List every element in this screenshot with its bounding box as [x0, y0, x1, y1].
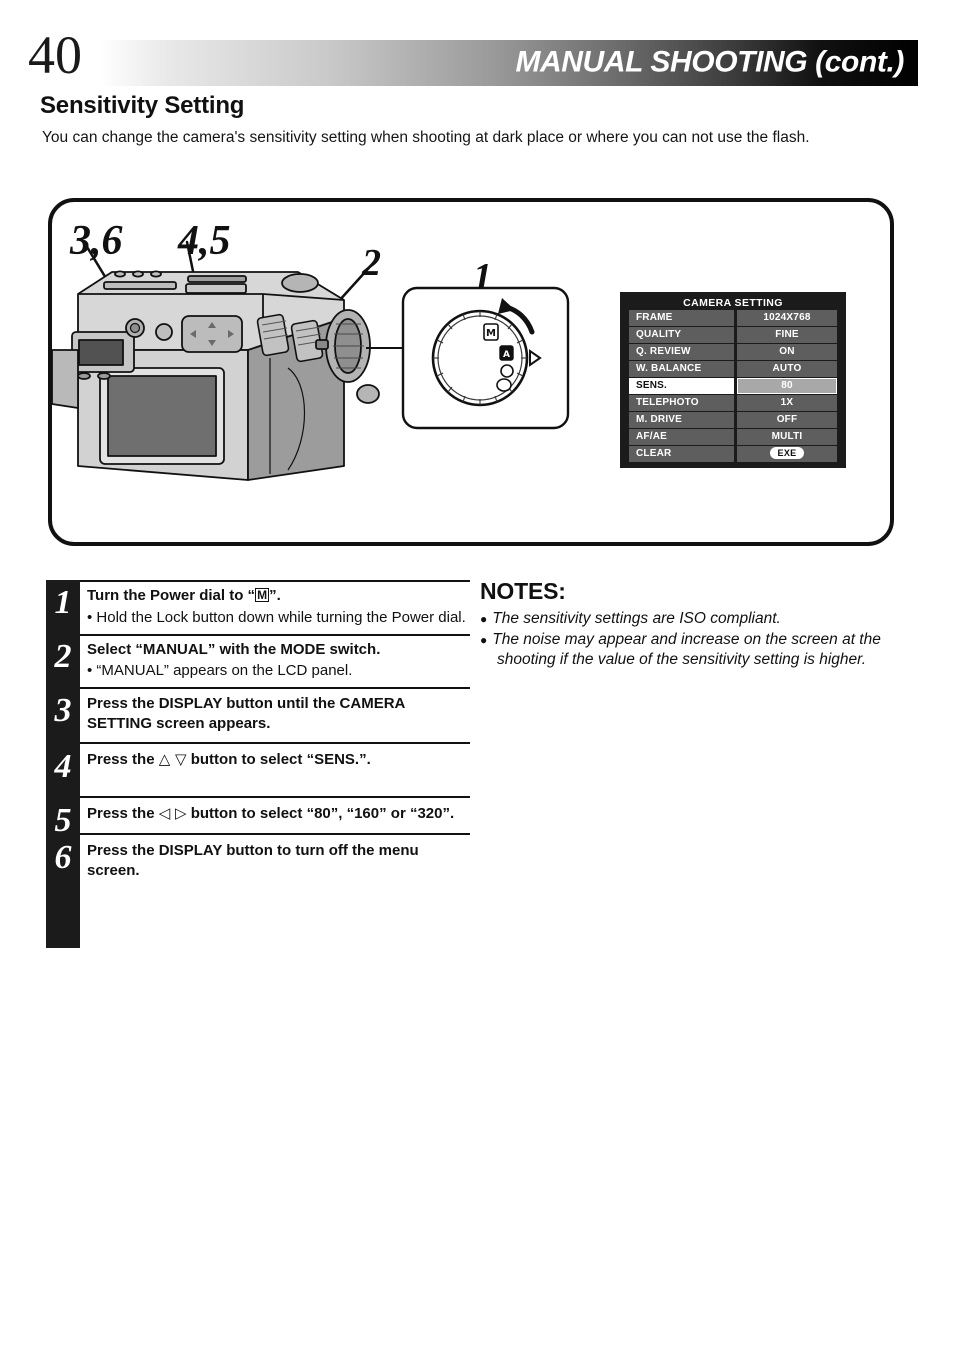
nav-pad-highlight — [181, 315, 243, 353]
menu-value-quality: FINE — [737, 327, 837, 343]
section-intro: You can change the camera's sensitivity … — [42, 129, 810, 146]
step-2: 2 Select “MANUAL” with the MODE switch. … — [55, 633, 470, 688]
menu-label-quality: QUALITY — [629, 327, 734, 343]
step-2-number: 2 — [54, 637, 72, 675]
step-4-number: 4 — [54, 748, 72, 786]
step-3-number: 3 — [54, 692, 72, 730]
exe-button[interactable]: EXE — [769, 447, 805, 460]
menu-label-frame: FRAME — [629, 310, 734, 326]
menu-value-q-review: ON — [737, 344, 837, 360]
svg-text:M: M — [486, 328, 496, 339]
step-5-number: 5 — [54, 801, 72, 839]
bullet-icon: ● — [480, 633, 488, 648]
menu-value-af-ae: MULTI — [737, 429, 837, 445]
notes-block: NOTES: ● The sensitivity settings are ISO… — [480, 578, 900, 671]
step-5: 5 Press the ◁ ▷ button to select “80”, “… — [55, 795, 470, 837]
menu-value-w-balance: AUTO — [737, 361, 837, 377]
step-6: 6 Press the DISPLAY button to turn off t… — [55, 833, 470, 890]
step-1-sub: • Hold the Lock button down while turnin… — [87, 608, 466, 626]
step-1-title-post: ”. — [269, 587, 281, 604]
step-4-title: Press the △ ▽ button to select “SENS.”. — [87, 750, 470, 770]
step-5-title-post: button to select “80”, “160” or “320”. — [186, 804, 455, 822]
step-4-title-post: button to select “SENS.”. — [186, 751, 371, 769]
note-text: The sensitivity settings are ISO complia… — [492, 610, 781, 627]
step-1-title: Turn the Power dial to “M”. — [87, 586, 470, 606]
mode-m-icon: M — [255, 588, 270, 602]
display-button-highlight — [125, 318, 145, 338]
note-item: ● The sensitivity settings are ISO compli… — [480, 609, 900, 629]
header-band: MANUAL SHOOTING (cont.) — [100, 40, 918, 86]
menu-label-af-ae: AF/AE — [629, 429, 734, 445]
camera-setting-title: CAMERA SETTING — [683, 297, 783, 309]
menu-label-sens: SENS. — [629, 378, 734, 394]
step-3-title: Press the DISPLAY button until the CAMER… — [87, 695, 405, 732]
dial-mode-m: M — [483, 323, 499, 341]
step-6-title: Press the DISPLAY button to turn off the… — [87, 842, 419, 879]
steps-list: 1 Turn the Power dial to “M”. • Hold the… — [46, 580, 470, 948]
step-4: 4 Press the △ ▽ button to select “SENS.”… — [55, 742, 470, 796]
step-2-title: Select “MANUAL” with the MODE switch. — [87, 640, 381, 658]
svg-text:A: A — [503, 350, 510, 360]
step-3: 3 Press the DISPLAY button until the CAM… — [55, 687, 470, 742]
left-right-triangle-icon: ◁ ▷ — [158, 803, 187, 822]
page-title: MANUAL SHOOTING (cont.) — [515, 45, 904, 79]
camera-setting-menu: CAMERA SETTING FRAME 1024X768 QUALITY FI… — [620, 292, 846, 468]
menu-value-sens: 80 — [737, 378, 837, 394]
menu-row-q-review[interactable]: Q. REVIEW ON — [629, 344, 837, 360]
dial-mode-a: A — [499, 345, 514, 361]
menu-label-q-review: Q. REVIEW — [629, 344, 734, 360]
note-text: The noise may appear and increase on the… — [492, 631, 881, 669]
menu-value-frame: 1024X768 — [737, 310, 837, 326]
step-1: 1 Turn the Power dial to “M”. • Hold the… — [55, 580, 470, 634]
step-2-sub: • “MANUAL” appears on the LCD panel. — [87, 662, 353, 680]
camera-illustration — [51, 240, 448, 481]
menu-value-clear: EXE — [737, 446, 837, 462]
menu-row-w-balance[interactable]: W. BALANCE AUTO — [629, 361, 837, 377]
note-item: ● The noise may appear and increase on th… — [480, 630, 900, 670]
menu-row-frame[interactable]: FRAME 1024X768 — [629, 310, 837, 326]
step-1-title-pre: Turn the Power dial to “ — [87, 587, 256, 604]
menu-label-clear: CLEAR — [629, 446, 734, 462]
notes-heading: NOTES: — [480, 578, 566, 604]
page-number: 40 — [28, 25, 82, 85]
up-down-triangle-icon: △ ▽ — [158, 750, 187, 769]
menu-row-telephoto[interactable]: TELEPHOTO 1X — [629, 395, 837, 411]
menu-label-w-balance: W. BALANCE — [629, 361, 734, 377]
section-title: Sensitivity Setting — [40, 92, 245, 119]
menu-label-telephoto: TELEPHOTO — [629, 395, 734, 411]
menu-value-telephoto: 1X — [737, 395, 837, 411]
step-6-number: 6 — [54, 839, 72, 877]
menu-row-quality[interactable]: QUALITY FINE — [629, 327, 837, 343]
menu-value-m-drive: OFF — [737, 412, 837, 428]
menu-row-m-drive[interactable]: M. DRIVE OFF — [629, 412, 837, 428]
menu-row-sens[interactable]: SENS. 80 — [629, 378, 837, 394]
menu-row-af-ae[interactable]: AF/AE MULTI — [629, 429, 837, 445]
power-dial-detail: M A — [401, 286, 570, 430]
bullet-icon: ● — [480, 612, 488, 626]
step-5-title: Press the ◁ ▷ button to select “80”, “16… — [87, 804, 470, 824]
menu-label-m-drive: M. DRIVE — [629, 412, 734, 428]
step-5-title-pre: Press the — [87, 804, 159, 822]
menu-row-clear[interactable]: CLEAR EXE — [629, 446, 837, 462]
step-1-number: 1 — [54, 584, 72, 621]
step-4-title-pre: Press the — [87, 751, 159, 769]
